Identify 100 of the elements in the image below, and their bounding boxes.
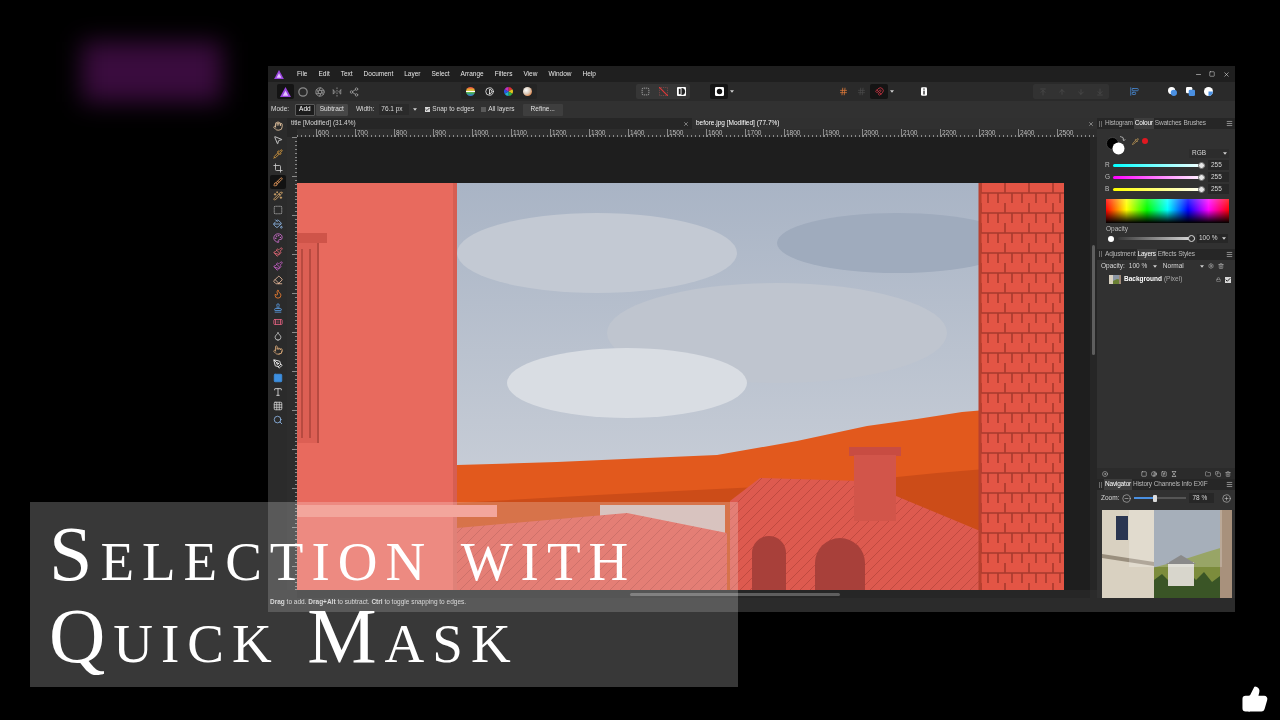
function-icon xyxy=(1160,470,1167,477)
menu-icon xyxy=(1226,120,1233,127)
contrast-icon xyxy=(485,87,494,96)
panel-menu-button[interactable] xyxy=(1226,250,1233,258)
type-icon xyxy=(272,387,283,397)
eraser-icon xyxy=(272,275,283,285)
zoom-out-icon xyxy=(1122,493,1132,503)
colour-swatches-icon[interactable] xyxy=(1106,135,1126,155)
layer-action-button[interactable] xyxy=(1101,470,1108,477)
opacity-swatch-icon xyxy=(1108,235,1114,242)
colour-slider[interactable] xyxy=(1113,161,1205,169)
panel-menu-button[interactable] xyxy=(1226,481,1233,488)
close-icon xyxy=(1088,120,1094,127)
wand-icon xyxy=(272,191,283,201)
close-button[interactable] xyxy=(1222,70,1230,78)
brush-icon xyxy=(272,177,283,187)
overlapping-circles-icon xyxy=(1167,87,1177,96)
aperture-icon xyxy=(314,86,325,97)
paint-bucket-icon xyxy=(272,219,283,229)
opacity-slider[interactable] xyxy=(1118,235,1195,242)
paintbrush-icon xyxy=(272,247,283,257)
colour-slider[interactable] xyxy=(1113,173,1205,181)
layer-action-button[interactable] xyxy=(1204,470,1211,477)
maximize-button[interactable] xyxy=(1208,70,1216,78)
layer-action-button[interactable] xyxy=(1150,470,1157,477)
maximize-icon xyxy=(1209,71,1215,77)
menu-icon xyxy=(1226,481,1233,488)
checkbox[interactable] xyxy=(425,107,431,112)
delete-button[interactable] xyxy=(1217,262,1225,270)
triangle-logo-icon xyxy=(280,86,291,97)
snapping-button[interactable] xyxy=(870,84,888,99)
caret-icon xyxy=(1152,264,1157,268)
disc-icon xyxy=(1101,470,1108,477)
hand-icon xyxy=(272,121,283,131)
paintbrush-icon xyxy=(272,261,283,271)
zoom-out-button[interactable] xyxy=(1122,493,1132,503)
tab-close-button[interactable] xyxy=(683,120,689,127)
caret-icon xyxy=(1199,264,1204,268)
caret-icon xyxy=(890,90,894,93)
persona-button[interactable] xyxy=(277,84,294,99)
slider-thumb[interactable] xyxy=(1198,161,1205,169)
align-left-icon xyxy=(1129,87,1139,96)
pie-icon xyxy=(1203,87,1213,96)
pen-nib-icon xyxy=(272,359,283,369)
contrast-icon xyxy=(1150,470,1157,477)
colour-wheel-icon xyxy=(504,87,513,96)
caret-icon xyxy=(1222,237,1226,240)
title-line: Quick Mask xyxy=(49,608,519,677)
scrollbar-thumb[interactable] xyxy=(630,592,840,596)
check-icon xyxy=(425,107,431,112)
slider-thumb[interactable] xyxy=(1198,173,1205,181)
visibility-checkbox[interactable] xyxy=(1225,276,1231,283)
layer-action-button[interactable] xyxy=(1224,470,1231,477)
layer-thumbnail xyxy=(1109,275,1121,284)
layer-action-button[interactable] xyxy=(1160,470,1167,477)
pipette-icon xyxy=(1132,138,1139,145)
caret-icon xyxy=(1223,152,1227,155)
layer-action-button[interactable] xyxy=(1140,470,1147,477)
grid-icon xyxy=(272,401,283,411)
colour-spectrum[interactable] xyxy=(1106,199,1229,223)
grid-icon xyxy=(856,87,866,96)
lock-icon xyxy=(1216,277,1221,282)
grip-icon xyxy=(1099,251,1102,257)
trash-icon xyxy=(1224,470,1231,477)
dashed-square-icon xyxy=(272,205,283,215)
tool-button[interactable] xyxy=(269,175,286,189)
trash-icon xyxy=(1218,263,1225,269)
layer-action-button[interactable] xyxy=(1170,470,1177,477)
settings-icon xyxy=(1208,263,1215,269)
pipette-icon xyxy=(272,149,283,159)
mask-icon xyxy=(676,87,686,96)
stamp-icon xyxy=(272,303,283,313)
tab-close-button[interactable] xyxy=(1088,120,1094,127)
menu-icon xyxy=(1226,250,1233,258)
bandage-icon xyxy=(272,317,283,327)
folder-icon xyxy=(1204,470,1211,477)
scrollbar-thumb[interactable] xyxy=(1092,245,1095,355)
colour-slider[interactable] xyxy=(1113,185,1205,193)
sphere-icon xyxy=(523,87,532,96)
quick-mask-button[interactable] xyxy=(710,84,728,99)
triangle-logo-icon xyxy=(274,69,284,79)
zoom-slider[interactable] xyxy=(1134,494,1187,502)
slider-thumb[interactable] xyxy=(1198,185,1205,193)
flame-icon xyxy=(272,289,283,299)
layer-action-button[interactable] xyxy=(1214,470,1221,477)
slashed-square-icon xyxy=(658,87,668,96)
droplet-icon xyxy=(272,331,283,341)
striped-circle-icon xyxy=(466,87,475,96)
ring-icon xyxy=(297,86,308,97)
slider-thumb[interactable] xyxy=(1152,494,1157,502)
checkbox[interactable] xyxy=(481,107,487,112)
settings-button[interactable] xyxy=(1207,262,1215,270)
overlapping-squares-icon xyxy=(1185,87,1195,96)
thumbs-up-icon xyxy=(1240,685,1270,713)
grip-icon xyxy=(1099,481,1102,488)
zoom-in-button[interactable] xyxy=(1222,493,1231,503)
caret-icon xyxy=(730,90,734,93)
dashed-square-icon xyxy=(640,87,650,96)
panel-menu-button[interactable] xyxy=(1226,120,1233,127)
share-icon xyxy=(348,86,359,97)
